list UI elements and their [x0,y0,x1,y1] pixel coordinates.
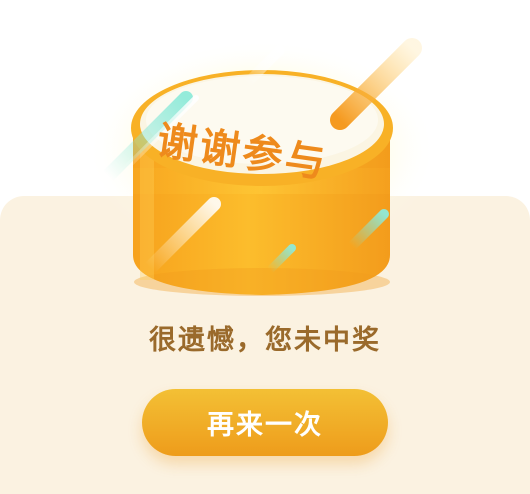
prize-box-illustration [87,15,437,296]
result-message: 很遗憾，您未中奖 [149,325,381,356]
box-bottom-rim [134,268,390,296]
retry-button[interactable]: 再来一次 [142,389,388,456]
